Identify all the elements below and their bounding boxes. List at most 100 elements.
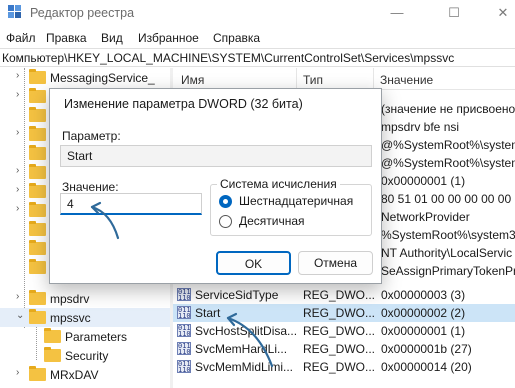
column-header-type[interactable]: Тип [303,73,323,87]
folder-icon [44,347,61,362]
chevron-right-icon[interactable]: › [16,127,19,138]
value-cell: 80 51 01 00 00 00 00 00 [381,192,512,206]
base-group-title: Система исчисления [217,177,340,191]
folder-icon [29,366,46,381]
radio-dec[interactable] [219,215,232,228]
folder-icon [29,183,46,198]
folder-icon [29,69,46,84]
value-cell: %SystemRoot%\system32 [381,228,515,242]
edit-dword-dialog: Изменение параметра DWORD (32 бита) Пара… [49,88,382,284]
value-type: REG_DWO... [303,324,376,338]
reg-dword-icon: 011 110 [177,342,191,356]
value-data: 0x00000002 (2) [381,306,466,320]
menu-file[interactable]: Файл [6,31,36,45]
folder-icon [29,164,46,179]
list-header: Имя Тип Значение [173,68,515,90]
folder-icon [29,126,46,141]
value-data: 0x00000003 (3) [381,288,466,302]
tree-item-mpsdrv[interactable]: › mpsdrv [0,289,170,308]
reg-dword-icon: 011 110 [177,306,191,320]
base-groupbox: Система исчисления Шестнадцатеричная Дес… [210,177,372,236]
tree-item-parameters[interactable]: Parameters [0,327,170,346]
value-name: Start [195,306,221,320]
column-header-name[interactable]: Имя [181,73,204,87]
radio-hex-label[interactable]: Шестнадцатеричная [239,194,353,208]
dialog-title: Изменение параметра DWORD (32 бита) [64,97,303,111]
menu-favorites[interactable]: Избранное [138,31,199,45]
chevron-right-icon[interactable]: › [16,184,19,195]
value-cell: SeAssignPrimaryTokenPri [381,264,515,278]
tree-item-label: MRxDAV [50,368,99,382]
value-name: SvcMemHardLi... [195,342,288,356]
value-name: SvcMemMidLimi... [195,360,294,374]
chevron-right-icon[interactable]: › [16,291,19,302]
value-cell: @%SystemRoot%\system [381,138,515,152]
folder-icon [29,202,46,217]
minimize-button[interactable]: — [374,0,420,28]
folder-icon [29,259,46,274]
list-item-svcmemhardlimit[interactable]: 011 110 SvcMemHardLi... REG_DWO... 0x0000… [173,340,515,358]
value-cell: NT Authority\LocalServic [381,246,513,260]
param-label: Параметр: [62,129,121,143]
value-data: 0x0000001b (27) [381,342,472,356]
window-title: Редактор реестра [30,6,135,20]
tree-item-label: Parameters [65,330,128,344]
chevron-right-icon[interactable]: › [16,70,19,81]
tree-item-security[interactable]: Security [0,346,170,365]
value-cell: (значение не присвоено) [381,102,515,116]
radio-hex[interactable] [219,195,232,208]
menu-view[interactable]: Вид [101,31,123,45]
value-label: Значение: [62,180,119,194]
chevron-right-icon[interactable]: › [16,367,19,378]
folder-icon [29,145,46,160]
value-name: SvcHostSplitDisa... [195,324,297,338]
reg-dword-icon: 011 110 [177,360,191,374]
menu-bar: Файл Правка Вид Избранное Справка [0,28,515,48]
maximize-button[interactable]: ☐ [431,0,477,28]
list-item-servicesidtype[interactable]: 011 110 ServiceSidType REG_DWO... 0x00000… [173,286,515,304]
value-type: REG_DWO... [303,288,376,302]
list-item-start[interactable]: 011 110 Start REG_DWO... 0x00000002 (2) [173,304,515,322]
tree-item-label: Security [65,349,109,363]
cancel-button[interactable]: Отмена [298,251,373,275]
value-data: 0x00000001 (1) [381,324,466,338]
ok-button[interactable]: OK [216,251,291,275]
title-bar: Редактор реестра — ☐ ✕ [0,0,515,28]
folder-icon [29,107,46,122]
tree-item-messagingservice[interactable]: › MessagingService_ [0,68,170,87]
tree-item-mpssvc[interactable]: ⌄ mpssvc [0,308,170,327]
address-bar[interactable]: Компьютер\HKEY_LOCAL_MACHINE\SYSTEM\Curr… [0,48,515,67]
value-cell: NetworkProvider [381,210,470,224]
column-header-value[interactable]: Значение [380,73,433,87]
address-path[interactable]: Компьютер\HKEY_LOCAL_MACHINE\SYSTEM\Curr… [2,51,454,65]
column-separator[interactable] [373,68,374,90]
menu-help[interactable]: Справка [213,31,260,45]
radio-dec-label[interactable]: Десятичная [239,214,305,228]
list-item-svcmemmidlimit[interactable]: 011 110 SvcMemMidLimi... REG_DWO... 0x000… [173,358,515,376]
reg-dword-icon: 011 110 [177,324,191,338]
column-separator[interactable] [296,68,297,90]
param-name-field: Start [60,145,372,167]
chevron-right-icon[interactable]: › [16,89,19,100]
value-input[interactable]: 4 [60,193,202,215]
folder-icon [29,290,46,305]
value-name: ServiceSidType [195,288,279,302]
tree-item-mrxdav[interactable]: › MRxDAV [0,365,170,384]
chevron-right-icon[interactable]: › [16,203,19,214]
folder-icon [29,221,46,236]
registry-editor-icon [8,5,21,18]
chevron-right-icon[interactable]: › [16,165,19,176]
chevron-down-icon[interactable]: ⌄ [16,310,24,321]
close-button[interactable]: ✕ [480,0,515,28]
menu-edit[interactable]: Правка [46,31,87,45]
folder-icon [29,240,46,255]
reg-dword-icon: 011 110 [177,288,191,302]
list-item-svchostsplitdisable[interactable]: 011 110 SvcHostSplitDisa... REG_DWO... 0x… [173,322,515,340]
tree-item-label: mpsdrv [50,292,90,306]
value-type: REG_DWO... [303,306,376,320]
value-type: REG_DWO... [303,360,376,374]
folder-icon [44,328,61,343]
value-data: 0x00000014 (20) [381,360,472,374]
folder-icon [29,88,46,103]
value-type: REG_DWO... [303,342,376,356]
